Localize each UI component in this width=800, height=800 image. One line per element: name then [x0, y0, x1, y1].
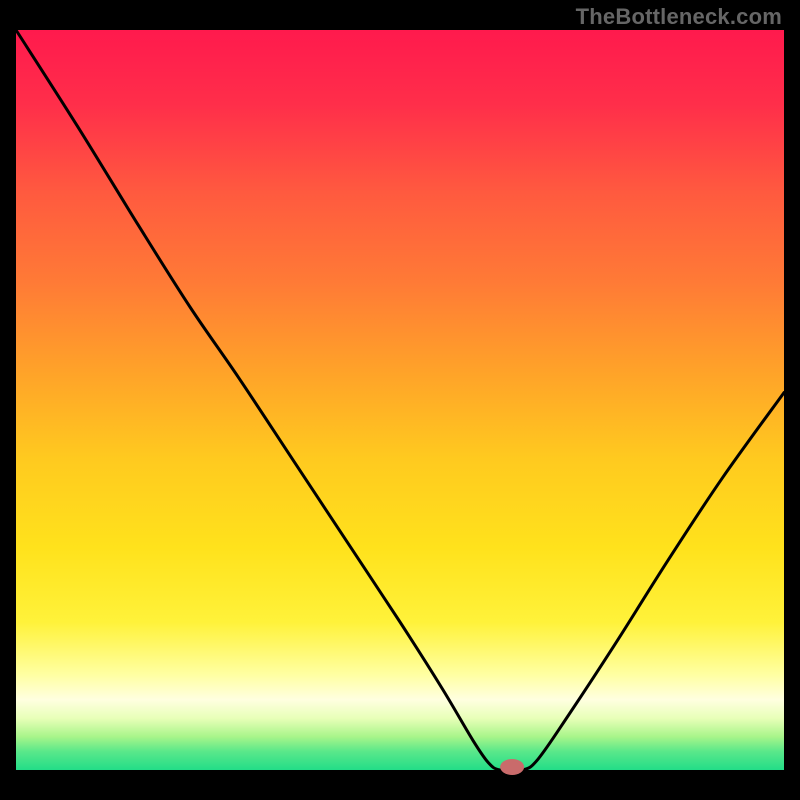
chart-container: TheBottleneck.com [0, 0, 800, 800]
watermark-label: TheBottleneck.com [576, 4, 782, 30]
bottleneck-chart [0, 0, 800, 800]
optimal-marker [500, 759, 524, 775]
plot-area [16, 30, 784, 770]
